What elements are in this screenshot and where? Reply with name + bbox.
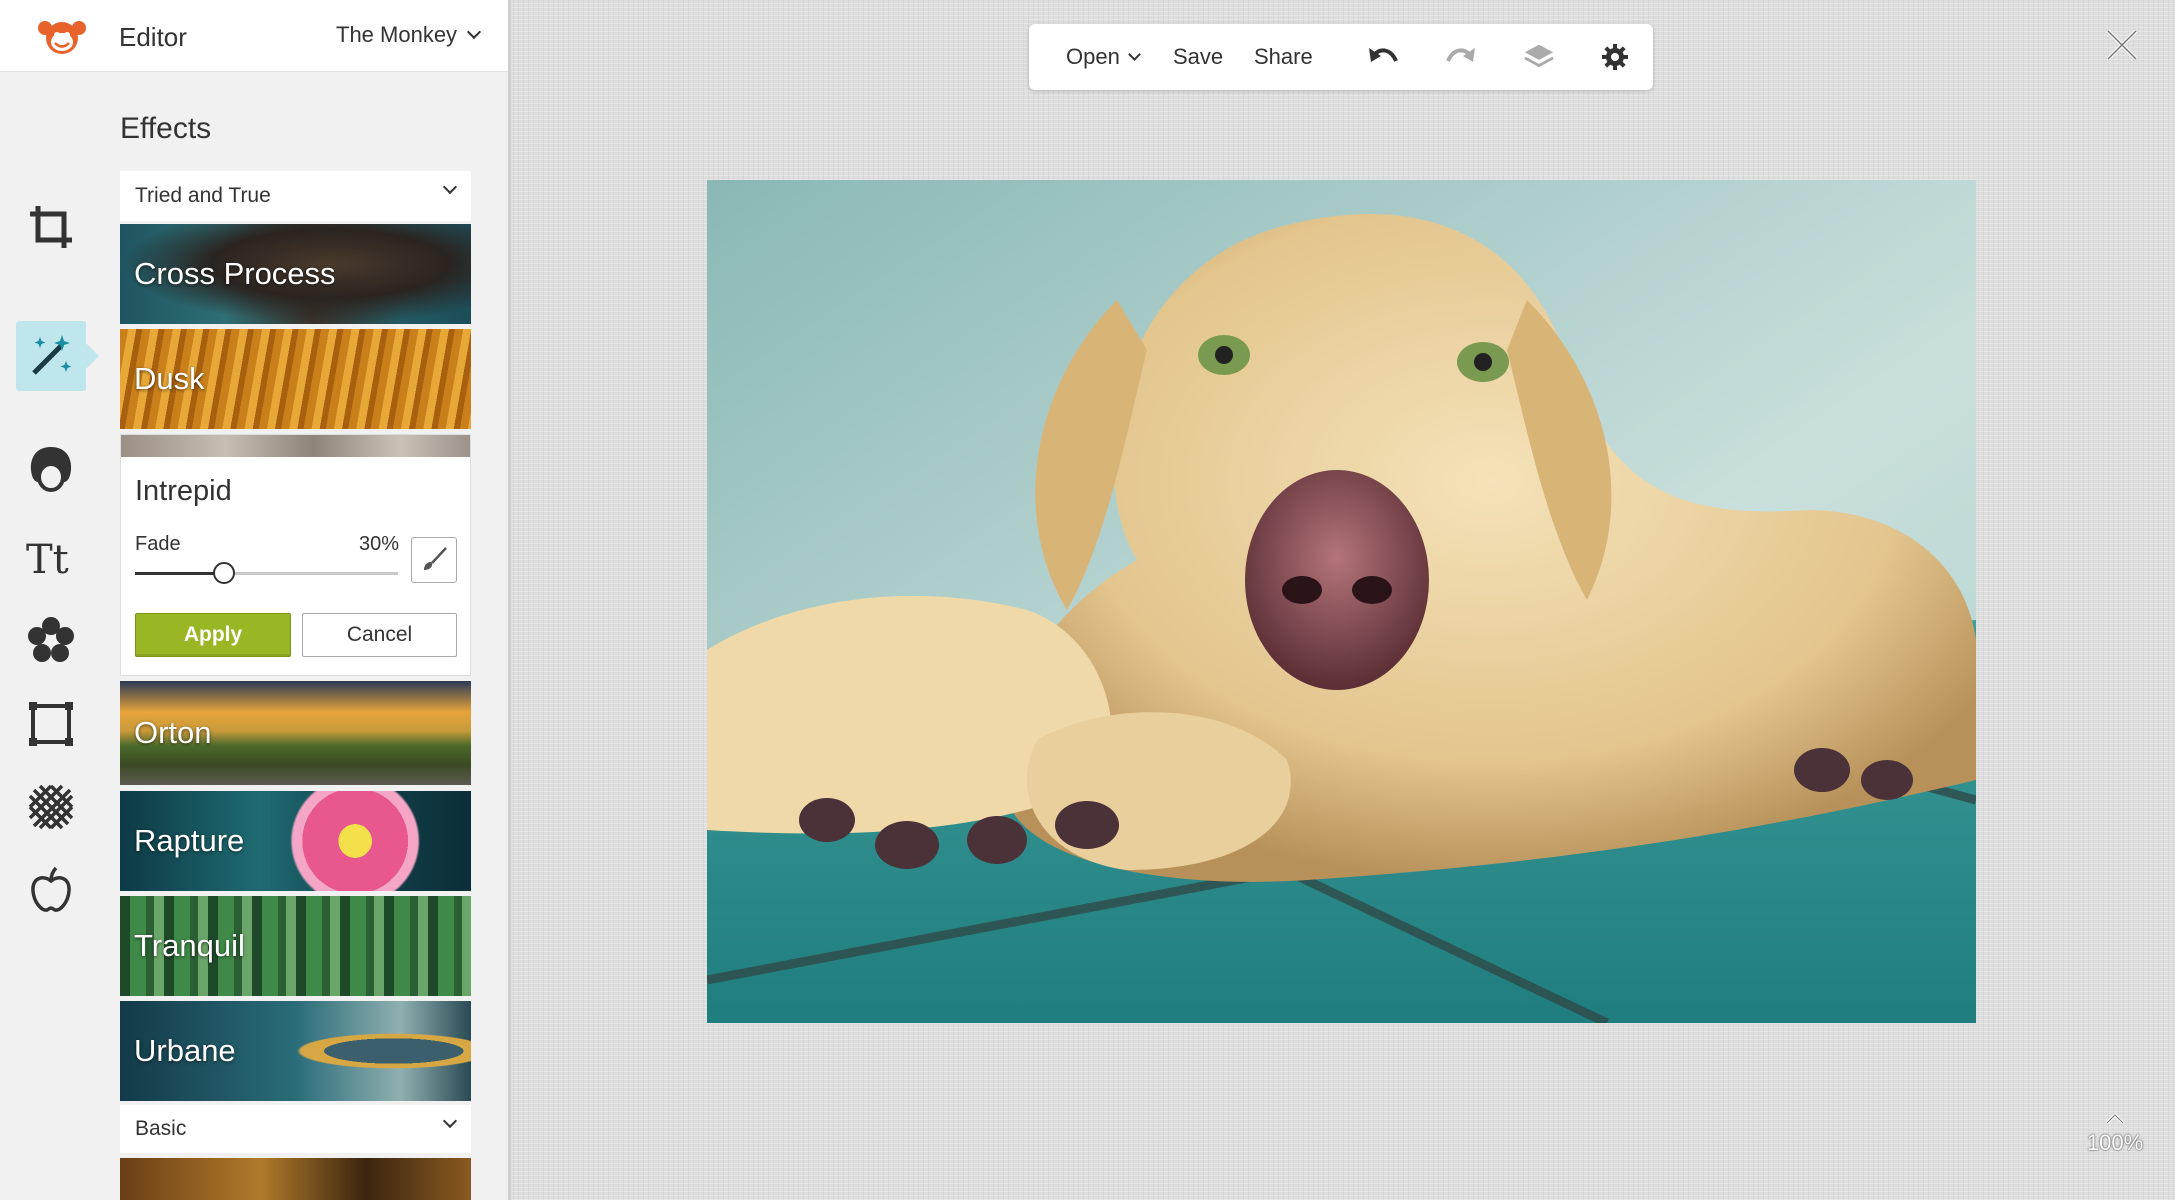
settings-button[interactable] xyxy=(1599,41,1631,73)
seasonal-apple-icon xyxy=(31,866,71,912)
close-icon[interactable] xyxy=(2105,28,2139,62)
text-tool[interactable]: Tt xyxy=(16,523,86,593)
effects-tool[interactable] xyxy=(16,321,99,391)
panel-divider xyxy=(508,0,511,1200)
layers-icon xyxy=(1524,44,1554,68)
redo-button[interactable] xyxy=(1445,41,1477,73)
effect-tranquil[interactable]: Tranquil xyxy=(120,896,471,996)
fade-slider[interactable] xyxy=(135,562,398,584)
effect-cross-process[interactable]: Cross Process xyxy=(120,224,471,324)
intrepid-title: Intrepid xyxy=(135,475,232,507)
gear-icon xyxy=(1602,44,1628,70)
frames-tool[interactable] xyxy=(16,689,86,759)
paintbrush-button[interactable] xyxy=(411,537,457,583)
seasonal-tool[interactable] xyxy=(16,855,86,925)
intrepid-thumbnail-strip xyxy=(121,435,470,457)
frames-icon xyxy=(29,702,73,746)
monkey-logo-icon[interactable] xyxy=(34,14,90,58)
chevron-down-icon xyxy=(442,179,458,195)
fade-slider-fill xyxy=(135,572,214,575)
chevron-up-icon xyxy=(2105,1112,2125,1125)
paintbrush-icon xyxy=(424,547,447,570)
zoom-indicator[interactable]: 100% xyxy=(2080,1112,2150,1156)
text-icon: Tt xyxy=(26,537,69,583)
effect-label: Urbane xyxy=(134,1033,236,1068)
apply-button[interactable]: Apply xyxy=(135,613,291,657)
chevron-down-icon xyxy=(442,1113,458,1129)
left-panel: Editor The Monkey Tt Effects Tried and T… xyxy=(0,0,508,1200)
effect-urbane[interactable]: Urbane xyxy=(120,1001,471,1101)
intrepid-effect-panel: Intrepid Fade 30% Apply Cancel xyxy=(120,434,471,676)
crop-icon xyxy=(30,206,72,248)
profile-menu[interactable]: The Monkey xyxy=(336,22,482,48)
svg-text:Tt: Tt xyxy=(26,537,69,583)
fade-value: 30% xyxy=(359,533,400,555)
fade-label: Fade xyxy=(135,533,181,555)
effects-wand-icon xyxy=(32,335,72,375)
undo-icon xyxy=(1369,48,1398,62)
fade-slider-handle[interactable] xyxy=(212,562,235,584)
redo-icon xyxy=(1446,48,1475,62)
save-button[interactable]: Save xyxy=(1173,44,1223,70)
touch-up-tool[interactable] xyxy=(16,434,86,504)
chevron-down-icon xyxy=(466,24,482,40)
effect-label: Tranquil xyxy=(134,928,245,963)
top-bar: Editor The Monkey xyxy=(0,0,508,72)
effects-heading: Effects xyxy=(120,112,212,145)
effect-category-select[interactable]: Tried and True xyxy=(120,171,471,221)
textures-icon xyxy=(28,784,74,830)
crop-tool[interactable] xyxy=(16,192,86,262)
share-button[interactable]: Share xyxy=(1254,44,1313,70)
overlays-tool[interactable] xyxy=(16,606,86,676)
overlays-icon xyxy=(28,617,74,662)
effect-label: Dusk xyxy=(134,361,205,396)
dog-photo xyxy=(707,180,1976,1023)
effect-category-basic[interactable]: Basic xyxy=(120,1105,471,1153)
app-title: Editor xyxy=(119,22,187,52)
profile-name: The Monkey xyxy=(336,22,458,47)
touch-up-face-icon xyxy=(30,447,72,492)
effect-orton[interactable]: Orton xyxy=(120,681,471,785)
textures-tool[interactable] xyxy=(16,772,86,842)
effect-basic-first[interactable] xyxy=(120,1158,471,1200)
open-menu[interactable]: Open xyxy=(1066,44,1141,70)
category-basic-label: Basic xyxy=(135,1117,187,1140)
chevron-down-icon xyxy=(1127,47,1141,61)
category-selected-label: Tried and True xyxy=(135,184,271,207)
effect-rapture[interactable]: Rapture xyxy=(120,791,471,891)
effect-label: Rapture xyxy=(134,823,245,858)
tool-rail: Tt xyxy=(0,72,100,1200)
zoom-value: 100% xyxy=(2086,1130,2144,1155)
effect-dusk[interactable]: Dusk xyxy=(120,329,471,429)
open-label: Open xyxy=(1066,44,1120,69)
effect-label: Cross Process xyxy=(134,256,336,291)
layers-button[interactable] xyxy=(1523,41,1555,73)
undo-button[interactable] xyxy=(1367,41,1399,73)
effect-label: Orton xyxy=(134,715,212,750)
top-toolbar: Open Save Share xyxy=(1029,24,1653,90)
cancel-button[interactable]: Cancel xyxy=(302,613,457,657)
